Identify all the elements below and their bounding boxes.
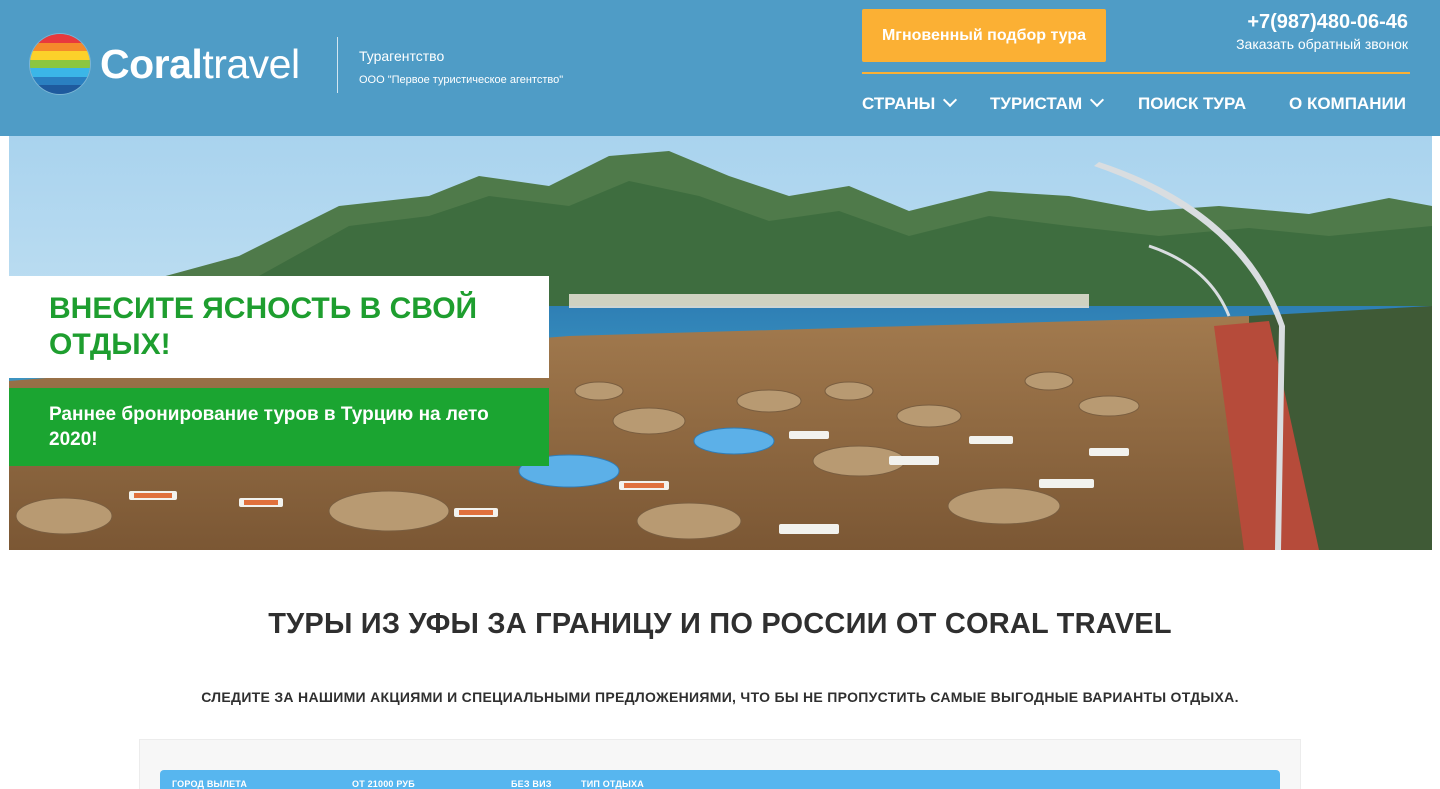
nav-item-label: ТУРИСТАМ [990,94,1083,113]
hero-banner: ВНЕСИТЕ ЯСНОСТЬ В СВОЙ ОТДЫХ! Раннее бро… [9,136,1432,550]
nav-item-label: СТРАНЫ [862,94,936,113]
header-separator-line [862,72,1410,74]
hero-title: ВНЕСИТЕ ЯСНОСТЬ В СВОЙ ОТДЫХ! [49,292,478,361]
logo-wordmark-bold: Coral [100,40,203,87]
filter-price[interactable]: ОТ 21000 РУБ [352,779,415,789]
nav-item-countries[interactable]: СТРАНЫ [862,92,958,116]
header-divider [337,37,338,93]
instant-tour-selection-button[interactable]: Мгновенный подбор тура [862,9,1106,62]
logo-wordmark-light: travel [202,40,300,87]
page-subtitle: СЛЕДИТЕ ЗА НАШИМИ АКЦИЯМИ И СПЕЦИАЛЬНЫМИ… [201,689,1239,705]
nav-item-tour-search[interactable]: ПОИСК ТУРА [1138,92,1246,116]
site-header: Coraltravel Турагентство ООО "Первое тур… [0,0,1440,136]
hero-title-box: ВНЕСИТЕ ЯСНОСТЬ В СВОЙ ОТДЫХ! [9,276,549,378]
hero-subtitle-box[interactable]: Раннее бронирование туров в Турцию на ле… [9,388,549,466]
nav-item-label: О КОМПАНИИ [1289,94,1406,113]
filter-departure-city[interactable]: ГОРОД ВЫЛЕТА [172,779,247,789]
town [569,294,1089,308]
filter-vacation-type[interactable]: ТИП ОТДЫХА [581,779,644,789]
nav-item-label: ПОИСК ТУРА [1138,94,1247,113]
callback-link[interactable]: Заказать обратный звонок [1236,35,1408,53]
agency-name: ООО "Первое туристическое агентство" [359,74,564,86]
agency-info: Турагентство ООО "Первое туристическое а… [359,47,563,87]
filter-no-visa[interactable]: БЕЗ ВИЗ [511,779,552,789]
phone-number[interactable]: +7(987)480-06-46 [1236,10,1408,34]
page-title: ТУРЫ ИЗ УФЫ ЗА ГРАНИЦУ И ПО РОССИИ ОТ CO… [268,608,1172,640]
nav-item-about[interactable]: О КОМПАНИИ [1289,92,1406,116]
chevron-down-icon [1090,92,1105,108]
hero-subtitle: Раннее бронирование туров в Турцию на ле… [49,404,489,450]
agency-type: Турагентство [359,48,445,64]
phone-block: +7(987)480-06-46 Заказать обратный звоно… [1236,10,1408,53]
nav-item-tourists[interactable]: ТУРИСТАМ [990,92,1105,116]
main-nav: СТРАНЫ ТУРИСТАМ ПОИСК ТУРА О КОМПАНИИ [862,92,1410,116]
coral-travel-logo[interactable]: Coraltravel [30,34,300,94]
tour-filter-bar: ГОРОД ВЫЛЕТА ОТ 21000 РУБ БЕЗ ВИЗ ТИП ОТ… [160,770,1280,789]
chevron-down-icon [943,92,958,108]
logo-ball-icon [30,34,90,94]
logo-wordmark: Coraltravel [100,40,300,87]
